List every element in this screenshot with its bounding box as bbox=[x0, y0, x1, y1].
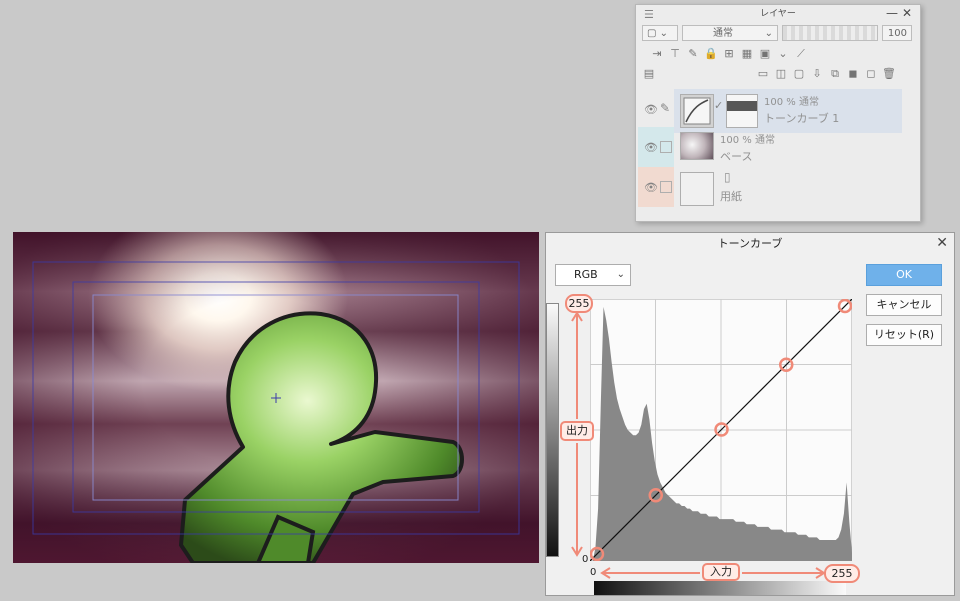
layer-thumbnail bbox=[680, 172, 714, 206]
layer-opacity-mode: 100 % 通常 bbox=[720, 135, 775, 146]
layer-row-paper[interactable]: 👁 ▯ 用紙 bbox=[638, 167, 904, 211]
chevron-down-icon: ⌄ bbox=[764, 28, 773, 39]
eye-icon[interactable]: 👁 bbox=[644, 141, 658, 154]
input-max-label: 255 bbox=[824, 564, 860, 583]
layer-name: 用紙 bbox=[720, 190, 742, 203]
blend-mode-value: 通常 bbox=[713, 28, 733, 39]
reference-icon[interactable]: ⊤ bbox=[668, 47, 682, 61]
eye-icon[interactable]: 👁 bbox=[644, 103, 658, 116]
new-folder-icon[interactable]: ▢ bbox=[792, 67, 806, 81]
layer-list-icon[interactable]: ▤ bbox=[642, 67, 656, 81]
blend-target-dropdown[interactable]: ▢ ⌄ bbox=[642, 25, 678, 41]
canvas[interactable] bbox=[13, 232, 539, 563]
figure-body bbox=[179, 311, 464, 563]
opacity-value[interactable]: 100 bbox=[882, 25, 912, 41]
arrow-head-down bbox=[571, 546, 583, 557]
ruler-icon[interactable]: ⟋ bbox=[794, 47, 808, 61]
reset-button[interactable]: リセット(R) bbox=[866, 324, 942, 346]
canvas-artwork bbox=[32, 261, 520, 563]
chevron-down-icon[interactable]: ⌄ bbox=[776, 47, 790, 61]
arrow-head-left bbox=[600, 567, 611, 579]
checkbox[interactable] bbox=[660, 141, 672, 153]
tone-curve-graph[interactable] bbox=[590, 299, 852, 561]
opacity-slider[interactable] bbox=[782, 25, 878, 41]
layer-thumbnail bbox=[680, 132, 714, 160]
transfer-down-icon[interactable]: ⇩ bbox=[810, 67, 824, 81]
chevron-down-icon: ⌄ bbox=[616, 269, 625, 280]
mask-thumbnail bbox=[726, 94, 758, 128]
draft-icon[interactable]: ✎ bbox=[686, 47, 700, 61]
input-min-label: 0 bbox=[590, 567, 597, 578]
dialog-title: トーンカーブ bbox=[717, 237, 783, 250]
tone-curve-dialog: トーンカーブ ✕ RGB ⌄ OK キャンセル リセット(R) 255 出力 入… bbox=[545, 232, 955, 596]
layer-row-base[interactable]: 👁 100 % 通常 ベース bbox=[638, 127, 904, 171]
mask-apply-icon[interactable]: ◻ bbox=[864, 67, 878, 81]
mask-icon[interactable]: ▦ bbox=[740, 47, 754, 61]
checkbox[interactable] bbox=[660, 181, 672, 193]
channel-select[interactable]: RGB ⌄ bbox=[555, 264, 631, 286]
new-raster-layer-icon[interactable]: ▭ bbox=[756, 67, 770, 81]
close-icon[interactable]: ✕ bbox=[902, 6, 912, 20]
lock-icon[interactable]: 🔒 bbox=[704, 47, 718, 61]
output-label: 出力 bbox=[560, 421, 594, 441]
eye-icon[interactable]: 👁 bbox=[644, 181, 658, 194]
output-gradient-bar bbox=[546, 303, 559, 557]
layer-name: ベース bbox=[720, 150, 753, 163]
cancel-button[interactable]: キャンセル bbox=[866, 294, 942, 316]
minimize-icon[interactable]: — bbox=[886, 6, 898, 20]
pen-icon: ✎ bbox=[660, 101, 671, 115]
clip-icon[interactable]: ⇥ bbox=[650, 47, 664, 61]
layer-color-icon[interactable]: ▣ bbox=[758, 47, 772, 61]
layer-opacity-mode: 100 % 通常 bbox=[764, 97, 819, 108]
output-max-label: 255 bbox=[565, 294, 593, 313]
arrow-head-up bbox=[571, 311, 583, 322]
blend-mode-select[interactable]: 通常 ⌄ bbox=[682, 25, 778, 41]
mask-add-icon[interactable]: ◼ bbox=[846, 67, 860, 81]
ok-button[interactable]: OK bbox=[866, 264, 942, 286]
merge-down-icon[interactable]: ⧉ bbox=[828, 67, 842, 81]
layer-panel: ☰ レイヤー — ✕ ▢ ⌄ 通常 ⌄ 100 ⇥ ⊤ ✎ 🔒 ⊞ ▦ ▣ ⌄ … bbox=[635, 4, 921, 222]
output-min-label: 0 bbox=[582, 554, 589, 565]
close-icon[interactable]: ✕ bbox=[936, 235, 948, 251]
input-label: 入力 bbox=[702, 563, 740, 581]
input-gradient-bar bbox=[594, 581, 846, 595]
layer-panel-title: レイヤー bbox=[760, 9, 796, 19]
new-vector-layer-icon[interactable]: ◫ bbox=[774, 67, 788, 81]
check-icon: ✓ bbox=[714, 99, 724, 112]
channel-value: RGB bbox=[574, 268, 598, 281]
layer-thumbnail bbox=[680, 94, 714, 128]
lock-transparent-icon[interactable]: ⊞ bbox=[722, 47, 736, 61]
layer-name: トーンカーブ 1 bbox=[764, 112, 840, 125]
paper-icon: ▯ bbox=[724, 170, 731, 184]
arrow-head-right bbox=[815, 567, 826, 579]
delete-layer-icon[interactable]: 🗑 bbox=[882, 67, 896, 81]
